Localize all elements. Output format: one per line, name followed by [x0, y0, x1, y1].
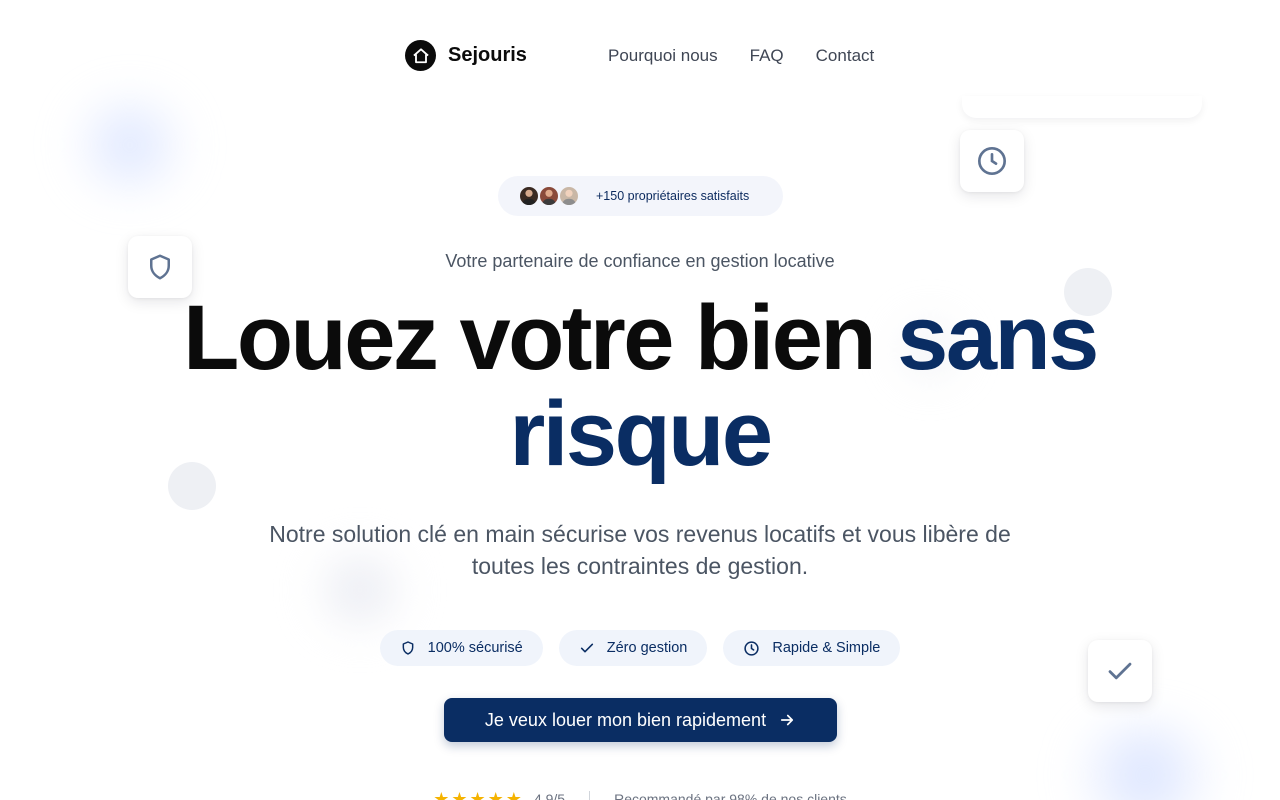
- chip-label: Rapide & Simple: [772, 640, 881, 656]
- rating-score: 4.9/5: [533, 791, 566, 800]
- star-icon: ★: [451, 789, 468, 800]
- decorative-blob: [1060, 715, 1230, 800]
- feature-chip-secure: 100% sécurisé: [379, 630, 543, 666]
- star-icon: ★: [433, 789, 450, 800]
- clock-icon: [744, 640, 760, 656]
- floating-clock-card: [960, 130, 1024, 192]
- chip-label: Zéro gestion: [606, 640, 688, 656]
- cta-rent-button[interactable]: Je veux louer mon bien rapidement: [444, 698, 837, 742]
- nav-link-contact[interactable]: Contact: [816, 46, 875, 66]
- arrow-right-icon: [781, 714, 794, 726]
- brand-name: Sejouris: [448, 44, 527, 66]
- headline-main: Louez votre bien: [183, 287, 898, 389]
- nav-link-faq[interactable]: FAQ: [750, 46, 784, 66]
- house-icon: [405, 40, 436, 71]
- hero-subheadline: Notre solution clé en main sécurise vos …: [269, 521, 1011, 579]
- headline-accent-2: risque: [509, 383, 773, 485]
- clock-icon: [978, 147, 1006, 175]
- avatar: [538, 185, 560, 207]
- divider: [589, 791, 591, 800]
- social-proof-pill: +150 propriétaires satisfaits: [498, 176, 783, 216]
- social-proof-text: +150 propriétaires satisfaits: [596, 189, 750, 203]
- feature-chip-fast: Rapide & Simple: [723, 630, 901, 666]
- feature-chip-no-management: Zéro gestion: [558, 630, 708, 666]
- avatar-group: [518, 185, 580, 207]
- hero-tagline: Votre partenaire de confiance en gestion…: [445, 251, 835, 271]
- hero-headline: Louez votre bien sans risque: [140, 290, 1140, 482]
- star-icon: ★: [505, 789, 522, 800]
- star-icon: ★: [487, 789, 504, 800]
- site-header: Sejouris Pourquoi nous FAQ Contact: [0, 0, 1280, 112]
- feature-chips: 100% sécurisé Zéro gestion Rapide & Simp…: [0, 630, 1280, 666]
- star-icon: ★: [469, 789, 486, 800]
- star-rating: ★ ★ ★ ★ ★: [433, 790, 522, 800]
- chip-label: 100% sécurisé: [427, 640, 523, 656]
- avatar: [558, 185, 580, 207]
- shield-icon: [402, 641, 414, 655]
- check-icon: [580, 643, 593, 653]
- rating-bar: ★ ★ ★ ★ ★ 4.9/5 Recommandé par 98% de no…: [0, 790, 1280, 800]
- cta-label: Je veux louer mon bien rapidement: [484, 709, 767, 730]
- main-nav: Pourquoi nous FAQ Contact: [608, 46, 874, 66]
- brand-logo[interactable]: Sejouris: [405, 40, 527, 71]
- headline-accent-1: sans: [897, 287, 1099, 389]
- nav-link-why-us[interactable]: Pourquoi nous: [608, 46, 718, 66]
- rating-recommendation: Recommandé par 98% de nos clients: [614, 791, 847, 800]
- avatar: [518, 185, 540, 207]
